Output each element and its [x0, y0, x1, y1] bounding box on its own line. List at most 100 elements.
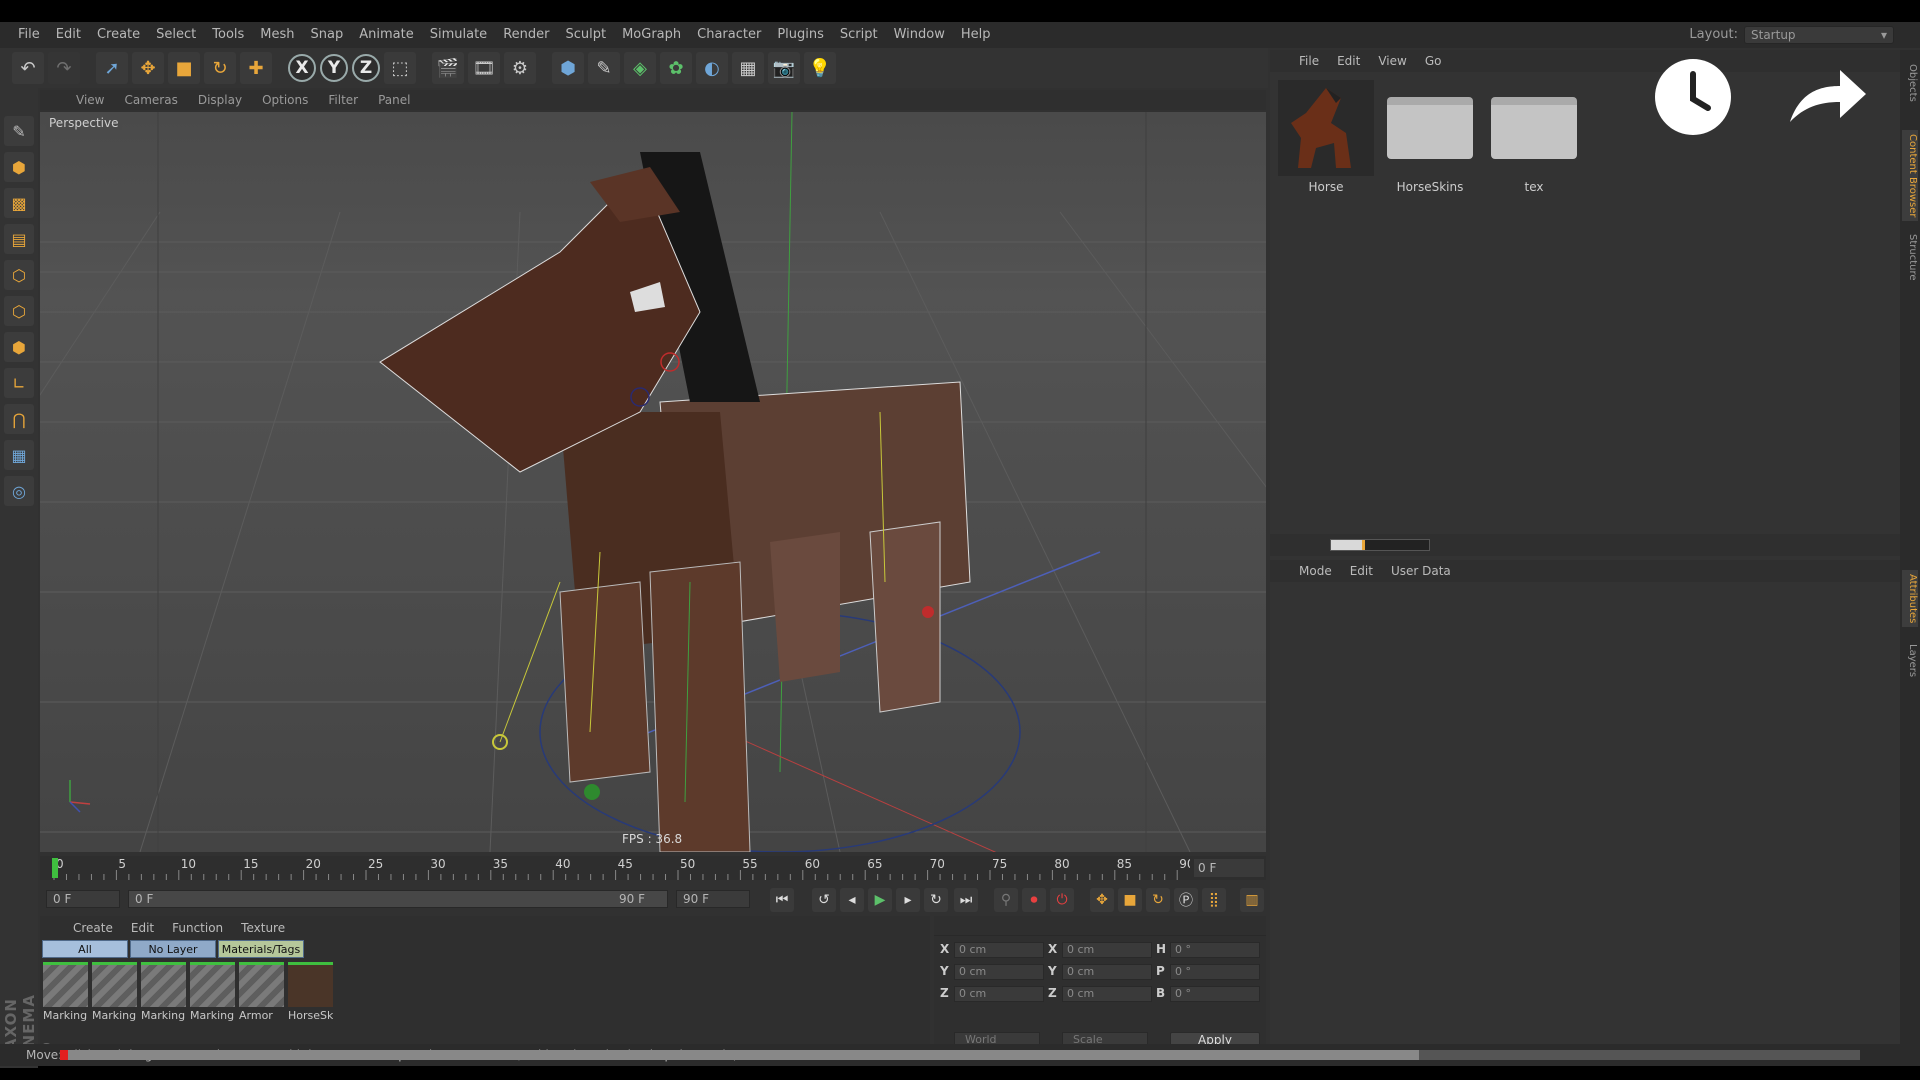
attr-menu-edit[interactable]: Edit [1341, 564, 1382, 578]
material-item[interactable]: HorseSk [287, 962, 334, 1024]
thumbnail-size-slider[interactable] [1330, 539, 1430, 551]
cb-menu-view[interactable]: View [1369, 54, 1415, 68]
motion-record-icon[interactable]: ⚲ [994, 888, 1018, 912]
material-item[interactable]: Marking [91, 962, 138, 1024]
edges-mode-icon[interactable]: ⬡ [4, 296, 34, 326]
current-frame-field[interactable]: 0 F [1194, 859, 1264, 877]
render-settings-icon[interactable]: ⚙ [504, 52, 536, 84]
rot-p-field[interactable]: 0 ° [1170, 964, 1260, 980]
rot-h-field[interactable]: 0 ° [1170, 942, 1260, 958]
key-rotation-icon[interactable]: ↻ [1146, 888, 1170, 912]
scale-tool-icon[interactable]: ■ [168, 52, 200, 84]
content-item-horseskins[interactable]: HorseSkins [1380, 80, 1480, 194]
filter-materials-tags[interactable]: Materials/Tags [218, 940, 304, 958]
snap-icon[interactable]: ◎ [4, 476, 34, 506]
filter-no-layer[interactable]: No Layer [130, 940, 216, 958]
video-progress-bar[interactable] [60, 1050, 1860, 1060]
cube-object-icon[interactable]: ⬢ [552, 52, 584, 84]
menu-plugins[interactable]: Plugins [769, 22, 832, 48]
play-forward-icon[interactable]: ▶ [868, 888, 892, 912]
filter-all[interactable]: All [42, 940, 128, 958]
key-point-level-icon[interactable]: ⣿ [1202, 888, 1226, 912]
go-to-next-key-icon[interactable]: ↻ [924, 888, 948, 912]
next-frame-icon[interactable]: ▸ [896, 888, 920, 912]
tab-structure[interactable]: Structure [1902, 230, 1918, 285]
magnet-icon[interactable]: ⋂ [4, 404, 34, 434]
attr-menu-user-data[interactable]: User Data [1382, 564, 1460, 578]
tab-objects[interactable]: Objects [1902, 60, 1918, 106]
viewport-menu-filter[interactable]: Filter [318, 93, 368, 107]
make-editable-icon[interactable]: ✎ [4, 116, 34, 146]
z-axis-lock-button[interactable]: Z [352, 54, 380, 82]
go-to-start-icon[interactable]: ⏮ [770, 888, 794, 912]
cb-menu-edit[interactable]: Edit [1328, 54, 1369, 68]
cb-menu-file[interactable]: File [1290, 54, 1328, 68]
menu-simulate[interactable]: Simulate [422, 22, 495, 48]
viewport-menu-display[interactable]: Display [188, 93, 252, 107]
move-tool-icon[interactable]: ✥ [132, 52, 164, 84]
viewport-menu-cameras[interactable]: Cameras [114, 93, 187, 107]
menu-script[interactable]: Script [832, 22, 886, 48]
x-axis-lock-button[interactable]: X [288, 54, 316, 82]
material-item[interactable]: Marking [42, 962, 89, 1024]
texture-mode-icon[interactable]: ▩ [4, 188, 34, 218]
attr-menu-mode[interactable]: Mode [1290, 564, 1341, 578]
array-icon[interactable]: ✿ [660, 52, 692, 84]
size-z-field[interactable]: 0 cm [1062, 986, 1152, 1002]
key-parameter-icon[interactable]: Ⓟ [1174, 888, 1198, 912]
points-mode-icon[interactable]: ⬡ [4, 260, 34, 290]
menu-select[interactable]: Select [148, 22, 204, 48]
record-active-objects-icon[interactable]: ⏺ [1022, 888, 1046, 912]
perspective-viewport[interactable]: Perspective FPS : 36.8 [40, 112, 1266, 852]
size-y-field[interactable]: 0 cm [1062, 964, 1152, 980]
workplane-lock-icon[interactable]: ▦ [4, 440, 34, 470]
key-position-icon[interactable]: ✥ [1090, 888, 1114, 912]
menu-snap[interactable]: Snap [303, 22, 352, 48]
tab-content-browser[interactable]: Content Browser [1902, 130, 1918, 222]
previous-frame-icon[interactable]: ◂ [840, 888, 864, 912]
rotate-tool-icon[interactable]: ↻ [204, 52, 236, 84]
menu-animate[interactable]: Animate [351, 22, 421, 48]
viewport-menu-options[interactable]: Options [252, 93, 318, 107]
menu-character[interactable]: Character [689, 22, 769, 48]
go-to-end-icon[interactable]: ⏭ [954, 888, 978, 912]
live-selection-icon[interactable]: ➚ [96, 52, 128, 84]
model-mode-icon[interactable]: ⬢ [4, 152, 34, 182]
material-item[interactable]: Armor [238, 962, 285, 1024]
undo-icon[interactable]: ↶ [12, 52, 44, 84]
preview-range-slider[interactable]: 0 F 90 F [128, 890, 668, 908]
floor-icon[interactable]: ▦ [732, 52, 764, 84]
autokeying-icon[interactable]: ⏻ [1050, 888, 1074, 912]
menu-mesh[interactable]: Mesh [252, 22, 302, 48]
material-menu-function[interactable]: Function [163, 921, 232, 935]
key-scale-icon[interactable]: ■ [1118, 888, 1142, 912]
menu-edit[interactable]: Edit [48, 22, 89, 48]
content-item-tex[interactable]: tex [1484, 80, 1584, 194]
polygons-mode-icon[interactable]: ⬢ [4, 332, 34, 362]
spline-pen-icon[interactable]: ✎ [588, 52, 620, 84]
material-menu-texture[interactable]: Texture [232, 921, 294, 935]
timeline-playhead[interactable] [52, 858, 58, 878]
menu-create[interactable]: Create [89, 22, 148, 48]
go-to-previous-key-icon[interactable]: ↺ [812, 888, 836, 912]
size-x-field[interactable]: 0 cm [1062, 942, 1152, 958]
layout-select[interactable]: Startup [1744, 26, 1894, 44]
tab-attributes[interactable]: Attributes [1902, 570, 1918, 628]
timeline-ruler[interactable]: 051015202530354045505560657075808590 0 F [40, 856, 1266, 880]
content-item-horse[interactable]: Horse [1276, 80, 1376, 194]
start-frame-field[interactable]: 0 F [46, 890, 120, 908]
axis-mode-icon[interactable]: ∟ [4, 368, 34, 398]
timeline-window-icon[interactable]: ▥ [1240, 888, 1264, 912]
pos-x-field[interactable]: 0 cm [954, 942, 1044, 958]
material-item[interactable]: Marking [189, 962, 236, 1024]
material-menu-create[interactable]: Create [64, 921, 122, 935]
video-playhead[interactable] [60, 1050, 68, 1060]
workplane-mode-icon[interactable]: ▤ [4, 224, 34, 254]
menu-file[interactable]: File [10, 22, 48, 48]
subdivision-surface-icon[interactable]: ◈ [624, 52, 656, 84]
camera-icon[interactable]: 📷 [768, 52, 800, 84]
menu-sculpt[interactable]: Sculpt [557, 22, 614, 48]
transform-tool-icon[interactable]: ✚ [240, 52, 272, 84]
render-picture-viewer-icon[interactable]: 🎞 [468, 52, 500, 84]
tab-layers[interactable]: Layers [1902, 640, 1918, 681]
